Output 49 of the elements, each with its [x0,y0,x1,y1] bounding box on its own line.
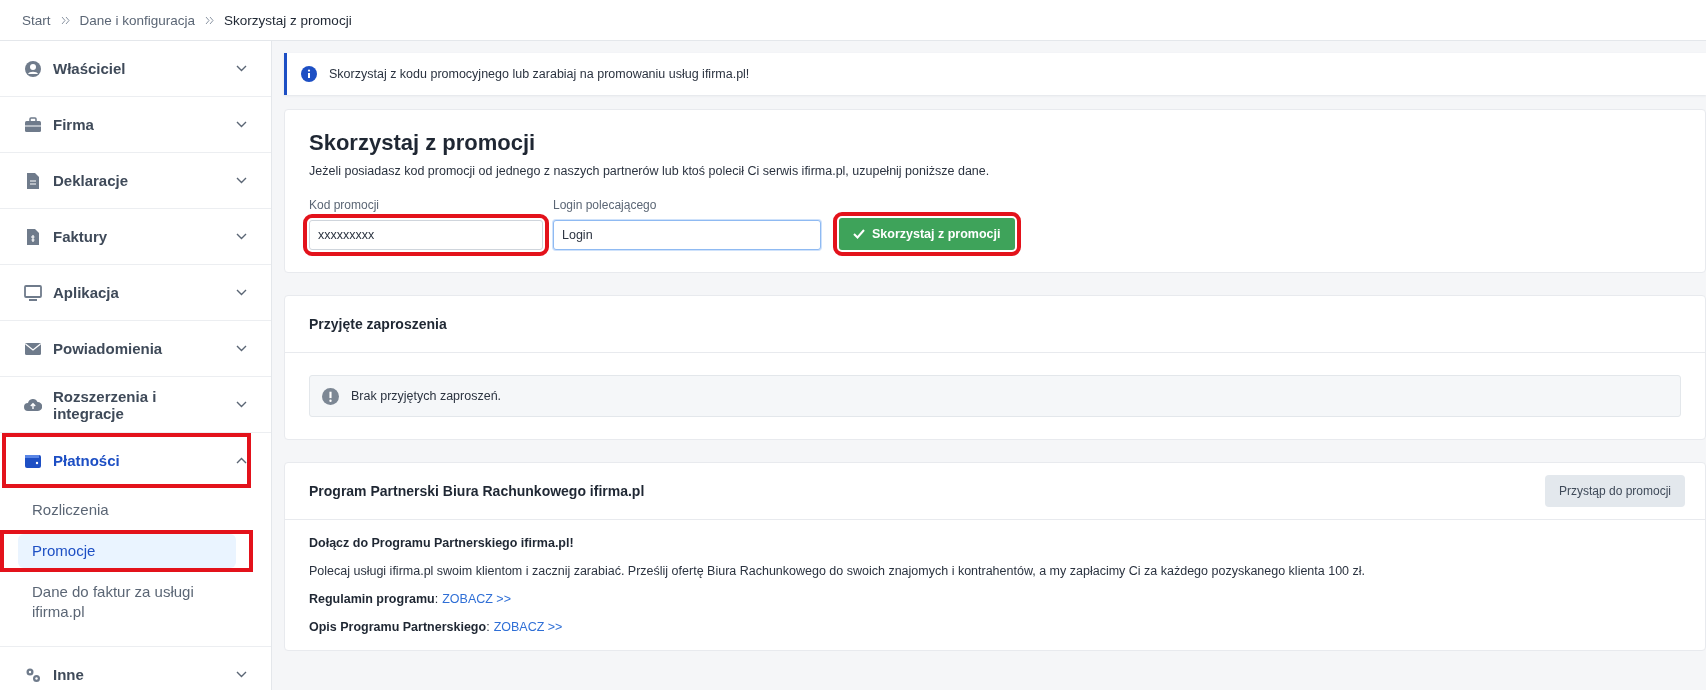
input-field[interactable]: Login [553,220,821,250]
card-title: Skorzystaj z promocji [309,130,537,156]
chevron-down-icon [236,345,247,352]
breadcrumb-link[interactable]: Start [22,12,51,28]
link-label: Regulamin programu: [309,592,439,606]
chevron-icon [60,15,70,25]
sidebar-item[interactable]: Faktury [0,209,271,264]
link[interactable]: ZOBACZ >> [442,592,511,606]
chevron-down-icon [236,289,247,296]
chevron-down-icon [236,177,247,184]
submenu-item[interactable]: Dane do faktur za usługi ifirma.pl [18,575,236,629]
sidebar-item[interactable]: Rozszerzenia i integracje [0,377,271,432]
chevron-down-icon [236,65,247,72]
checkmark-icon [853,229,865,239]
field-label: Login polecającego [553,198,658,212]
sidebar-item[interactable]: Firma [0,97,271,152]
chevron-up-icon [236,457,247,464]
breadcrumb-link[interactable]: Dane i konfiguracja [79,12,196,28]
exclamation-icon [322,387,339,405]
sidebar-item[interactable]: Inne [0,647,271,690]
briefcase-icon [24,115,42,134]
sidebar-item[interactable]: Powiadomienia [0,321,271,376]
chevron-icon [205,15,215,25]
link-label: Opis Programu Partnerskiego: [309,620,490,634]
info-text: Skorzystaj z kodu promocyjnego lub zarabiaj na promowaniu usług ifirma.pl! [329,67,750,81]
empty-message: Brak przyjętych zaproszeń. [351,389,502,403]
section-heading: Dołącz do Programu Partnerskiego ifirma.pl! [309,536,575,550]
invoice-icon [24,227,42,246]
link[interactable]: ZOBACZ >> [493,620,563,634]
file-icon [24,171,42,190]
sidebar-item[interactable]: Właściciel [0,41,271,96]
card-title: Program Partnerski Biura Rachunkowego ifirma.pl [309,483,645,499]
sidebar-item[interactable]: Deklaracje [0,153,271,208]
field-label: Kod promocji [309,198,381,212]
chevron-down-icon [236,233,247,240]
chevron-down-icon [236,671,247,678]
card-title: Przyjęte zaproszenia [309,316,447,332]
info-icon [301,66,317,82]
paragraph: Polecaj usługi ifirma.pl swoim klientom i zacznij zarabiać. Prześlij ofertę Biura Rachunkowego do swoich znajomych i kontrahentów, a my zapłacimy Ci za każdego pozyskanego klienta 100 zł. [309,564,1367,578]
join-promotion-button[interactable]: Przystąp do promocji [1544,475,1685,507]
submenu-item[interactable]: Rozliczenia [18,493,236,527]
chevron-down-icon [236,401,247,408]
submenu-item[interactable]: Promocje [18,534,236,568]
chevron-down-icon [236,121,247,128]
sidebar-item[interactable]: Płatności [2,433,251,488]
sidebar-item[interactable]: Aplikacja [0,265,271,320]
card-description: Jeżeli posiadasz kod promocji od jednego z naszych partnerów lub ktoś polecił Ci serwis ifirma.pl, uzupełnij poniższe dane. [309,164,991,178]
monitor-icon [24,283,42,302]
user-icon [24,59,42,78]
